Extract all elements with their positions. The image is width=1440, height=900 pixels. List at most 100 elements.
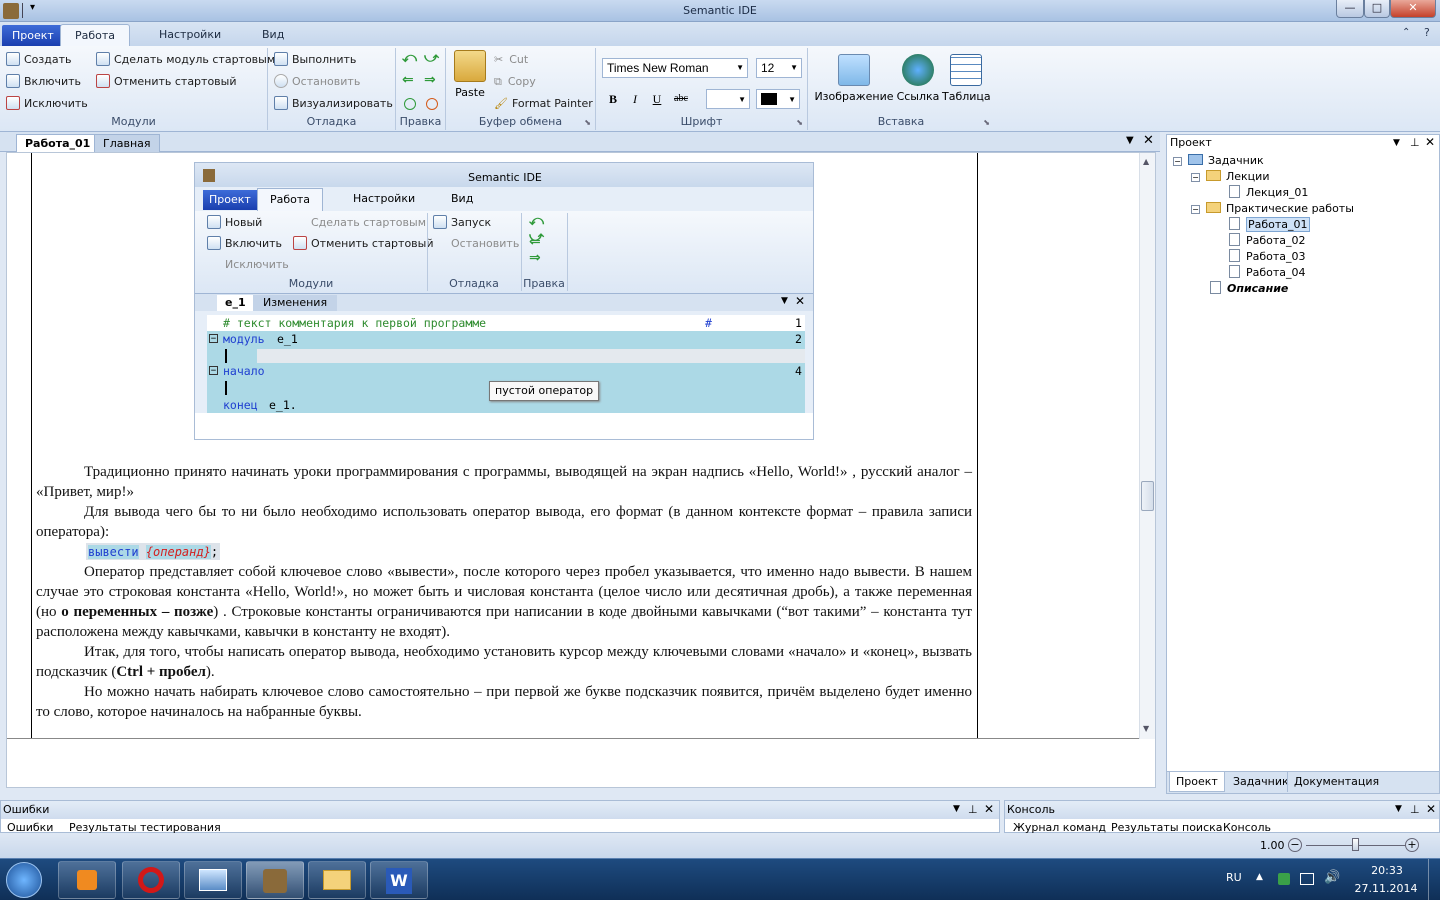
errors-pin-icon[interactable]: ⊥ [968, 803, 978, 816]
tree-work03[interactable]: Работа_03 [1229, 249, 1306, 265]
insert-table-button[interactable]: Таблица [942, 54, 991, 103]
collapse-icon[interactable]: − [1173, 157, 1182, 166]
strikethrough-button[interactable]: abc [670, 90, 692, 108]
cancel-start-button[interactable]: Отменить стартовый [96, 72, 237, 92]
clipboard-launcher-icon[interactable]: ⬊ [584, 118, 591, 127]
visualize-button[interactable]: Визуализировать [274, 94, 393, 114]
vertical-scrollbar[interactable]: ▲ ▼ [1139, 153, 1155, 739]
network-icon[interactable] [1300, 873, 1314, 885]
taskbar-file-explorer[interactable] [308, 861, 366, 899]
italic-button[interactable]: I [626, 90, 644, 108]
taskbar-opera[interactable] [122, 861, 180, 899]
window-title: Semantic IDE [683, 4, 757, 17]
emb-line-number: 4 [795, 364, 802, 378]
pin-icon[interactable]: ⊥ [1410, 135, 1420, 151]
show-desktop-button[interactable] [1428, 859, 1440, 900]
console-tab-journal[interactable]: Журнал команд [1013, 821, 1106, 833]
taskbar-explorer-window[interactable] [184, 861, 242, 899]
language-indicator[interactable]: RU [1226, 871, 1242, 884]
tree-work01[interactable]: Работа_01 [1229, 217, 1310, 233]
tree-description[interactable]: Описание [1210, 281, 1288, 297]
panel-close-icon[interactable]: ✕ [1425, 134, 1435, 150]
ribbon-collapse-icon[interactable]: ⌃ [1402, 27, 1410, 38]
close-button[interactable]: ✕ [1390, 0, 1436, 18]
redo-icon[interactable]: ⤻ [424, 50, 444, 66]
bold-button[interactable]: B [604, 90, 622, 108]
insert-link-button[interactable]: Ссылка [896, 54, 940, 103]
volume-icon[interactable]: 🔊 [1324, 870, 1340, 885]
folder-icon [323, 870, 351, 890]
replace-icon[interactable] [426, 98, 438, 110]
minimize-button[interactable]: — [1336, 0, 1364, 18]
find-icon[interactable] [404, 98, 416, 110]
console-close-icon[interactable]: ✕ [1426, 802, 1436, 816]
console-tab-console[interactable]: Консоль [1223, 821, 1271, 833]
left-arrow-icon[interactable]: ⇐ [402, 72, 422, 88]
panel-tab-tasks[interactable]: Задачник [1227, 772, 1295, 792]
console-pin-icon[interactable]: ⊥ [1410, 803, 1420, 816]
tree-work04[interactable]: Работа_04 [1229, 265, 1306, 281]
create-button[interactable]: Создать [6, 50, 72, 70]
tabs-dropdown-icon[interactable]: ▼ [1126, 135, 1134, 146]
errors-close-icon[interactable]: ✕ [984, 802, 994, 816]
tray-expand-icon[interactable]: ▲ [1256, 872, 1263, 882]
tab-view[interactable]: Вид [248, 24, 298, 46]
tab-settings[interactable]: Настройки [145, 24, 235, 46]
format-painter-button[interactable]: 🖌 Format Painter [494, 94, 593, 114]
panel-tab-project[interactable]: Проект [1169, 772, 1225, 792]
tree-practice[interactable]: − Практические работы [1191, 201, 1354, 217]
console-dropdown-icon[interactable]: ▼ [1395, 804, 1402, 814]
run-button[interactable]: Выполнить [274, 50, 356, 70]
font-launcher-icon[interactable]: ⬊ [796, 118, 803, 127]
paste-button[interactable]: Paste [454, 50, 486, 100]
tree-lecture01[interactable]: Лекция_01 [1229, 185, 1308, 201]
console-tab-search[interactable]: Результаты поиска [1111, 821, 1223, 833]
tree-work02[interactable]: Работа_02 [1229, 233, 1306, 249]
doc-tab-main[interactable]: Главная [94, 134, 160, 152]
tree-lectures[interactable]: − Лекции [1191, 169, 1269, 185]
taskbar-media-player[interactable] [58, 861, 116, 899]
collapse-icon[interactable]: − [1191, 205, 1200, 214]
help-icon[interactable]: ? [1424, 26, 1430, 39]
scroll-up-icon[interactable]: ▲ [1143, 157, 1149, 166]
insert-image-button[interactable]: Изображение [812, 54, 896, 103]
zoom-slider-thumb[interactable] [1352, 838, 1359, 851]
panel-dropdown-icon[interactable]: ▼ [1393, 135, 1400, 151]
tray-app-icon[interactable] [1278, 873, 1290, 885]
highlight-color-select[interactable]: ▼ [706, 89, 750, 109]
tree-root[interactable]: − Задачник [1173, 153, 1264, 169]
stop-button[interactable]: Остановить [274, 72, 360, 92]
errors-tab-tests[interactable]: Результаты тестирования [69, 821, 221, 833]
exclude-button[interactable]: Исключить [6, 94, 88, 114]
include-button[interactable]: Включить [6, 72, 81, 92]
zoom-in-icon[interactable]: + [1405, 838, 1419, 852]
collapse-icon[interactable]: − [1191, 173, 1200, 182]
errors-tab-errors[interactable]: Ошибки [7, 821, 53, 833]
taskbar-word[interactable]: W [370, 861, 428, 899]
taskbar-semantic-ide[interactable] [246, 861, 304, 899]
panel-tab-docs[interactable]: Документация [1287, 772, 1385, 792]
font-color-select[interactable]: ▼ [756, 89, 800, 109]
maximize-button[interactable]: □ [1364, 0, 1390, 18]
doc-tab-work01[interactable]: Работа_01 [16, 134, 100, 152]
emb-exclude-label: Исключить [225, 258, 289, 271]
scroll-down-icon[interactable]: ▼ [1143, 724, 1149, 733]
font-family-select[interactable]: Times New Roman ▼ [602, 58, 748, 78]
tab-work[interactable]: Работа [60, 24, 131, 46]
undo-icon[interactable]: ⤺ [402, 50, 422, 66]
zoom-out-icon[interactable]: − [1288, 838, 1302, 852]
copy-button[interactable]: ⧉ Copy [494, 72, 536, 92]
font-size-select[interactable]: 12 ▼ [756, 58, 802, 78]
cut-button[interactable]: ✂ Cut [494, 50, 528, 70]
clock-time[interactable]: 20:33 [1358, 864, 1416, 877]
errors-dropdown-icon[interactable]: ▼ [953, 804, 960, 814]
close-doc-icon[interactable]: ✕ [1143, 133, 1154, 148]
start-button[interactable] [6, 862, 42, 898]
make-start-button[interactable]: Сделать модуль стартовым [96, 50, 275, 70]
insert-launcher-icon[interactable]: ⬊ [983, 118, 990, 127]
scroll-thumb[interactable] [1141, 481, 1154, 511]
tab-project[interactable]: Проект [2, 25, 64, 46]
clock-date[interactable]: 27.11.2014 [1352, 882, 1420, 895]
underline-button[interactable]: U [648, 90, 666, 108]
right-arrow-icon[interactable]: ⇒ [424, 72, 444, 88]
